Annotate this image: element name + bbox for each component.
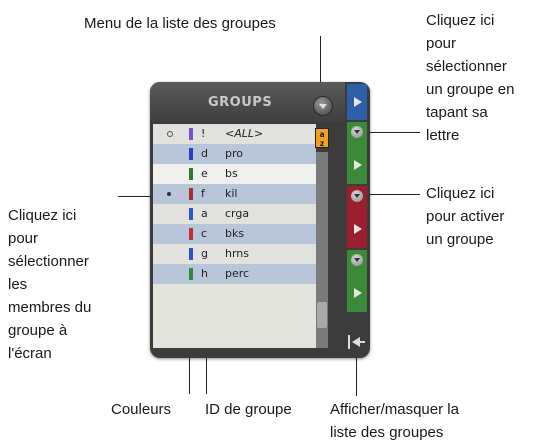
side-strip-blue [347, 84, 367, 120]
group-name: bs [225, 167, 238, 180]
group-name: <ALL> [225, 127, 264, 140]
az-label-top: a [319, 130, 325, 139]
group-name: perc [225, 267, 250, 280]
group-row[interactable]: g hrns [153, 244, 316, 264]
expand-icon[interactable] [354, 288, 362, 298]
group-id: e [201, 167, 208, 180]
show-hide-groups-button[interactable] [348, 334, 366, 350]
expand-icon[interactable] [354, 160, 362, 170]
scrollbar-thumb[interactable] [317, 302, 327, 328]
group-row-all[interactable]: ! <ALL> [153, 124, 316, 144]
group-id: h [201, 267, 208, 280]
expand-icon[interactable] [354, 224, 362, 234]
callout-activate-group: Cliquez ici pour activer un groupe [426, 185, 505, 248]
group-color-swatch [189, 128, 193, 140]
groups-menu-button[interactable] [313, 96, 333, 116]
group-color-swatch [189, 188, 193, 200]
group-name: pro [225, 147, 243, 160]
side-strip-green [347, 122, 367, 184]
select-by-letter-button[interactable]: a z [315, 128, 329, 148]
group-row[interactable]: d pro [153, 144, 316, 164]
group-color-swatch [189, 248, 193, 260]
callout-select-members: Cliquez ici pour sélectionner les membre… [8, 207, 92, 362]
callout-show-hide: Afficher/masquer la liste des groupes [330, 401, 459, 441]
collapse-icon[interactable] [351, 126, 363, 138]
callout-colors: Couleurs [111, 401, 172, 418]
side-strip-green-2 [347, 250, 367, 312]
show-hide-icon-bar [348, 335, 350, 349]
side-strip-red [347, 186, 367, 248]
group-name: kil [225, 187, 238, 200]
az-label-bottom: z [319, 139, 325, 148]
group-row[interactable]: f kil [153, 184, 316, 204]
show-hide-icon-stem [359, 341, 365, 343]
groups-panel-title: GROUPS [208, 95, 273, 110]
callout-select-by-letter: Cliquez ici pour sélectionner un groupe … [426, 12, 515, 144]
callout-group-id: ID de groupe [205, 401, 292, 418]
groups-panel: GROUPS ! <ALL> d pro e bs f kil a crga c… [150, 82, 370, 358]
group-color-swatch [189, 148, 193, 160]
group-name: bks [225, 227, 245, 240]
group-id: c [201, 227, 208, 240]
group-row[interactable]: a crga [153, 204, 316, 224]
group-row[interactable]: h perc [153, 264, 316, 284]
collapse-icon[interactable] [351, 190, 363, 202]
group-row[interactable]: c bks [153, 224, 316, 244]
group-row[interactable]: e bs [153, 164, 316, 184]
group-color-swatch [189, 168, 193, 180]
collapse-icon[interactable] [351, 254, 363, 266]
empty-row [153, 284, 316, 348]
group-color-swatch [189, 268, 193, 280]
select-members-toggle[interactable] [167, 192, 171, 196]
group-color-swatch [189, 208, 193, 220]
select-members-toggle[interactable] [167, 131, 173, 137]
group-id: g [201, 247, 208, 260]
group-color-swatch [189, 228, 193, 240]
group-id: d [201, 147, 208, 160]
groups-panel-header: GROUPS [150, 82, 345, 122]
group-name: crga [225, 207, 250, 220]
groups-list: ! <ALL> d pro e bs f kil a crga c bks g … [153, 124, 316, 348]
expand-icon[interactable] [354, 97, 362, 107]
groups-scrollbar[interactable] [316, 152, 328, 348]
callout-menu: Menu de la liste des groupes [84, 15, 276, 32]
group-id: ! [201, 127, 206, 140]
group-id: a [201, 207, 208, 220]
group-id: f [201, 187, 205, 200]
group-name: hrns [225, 247, 250, 260]
